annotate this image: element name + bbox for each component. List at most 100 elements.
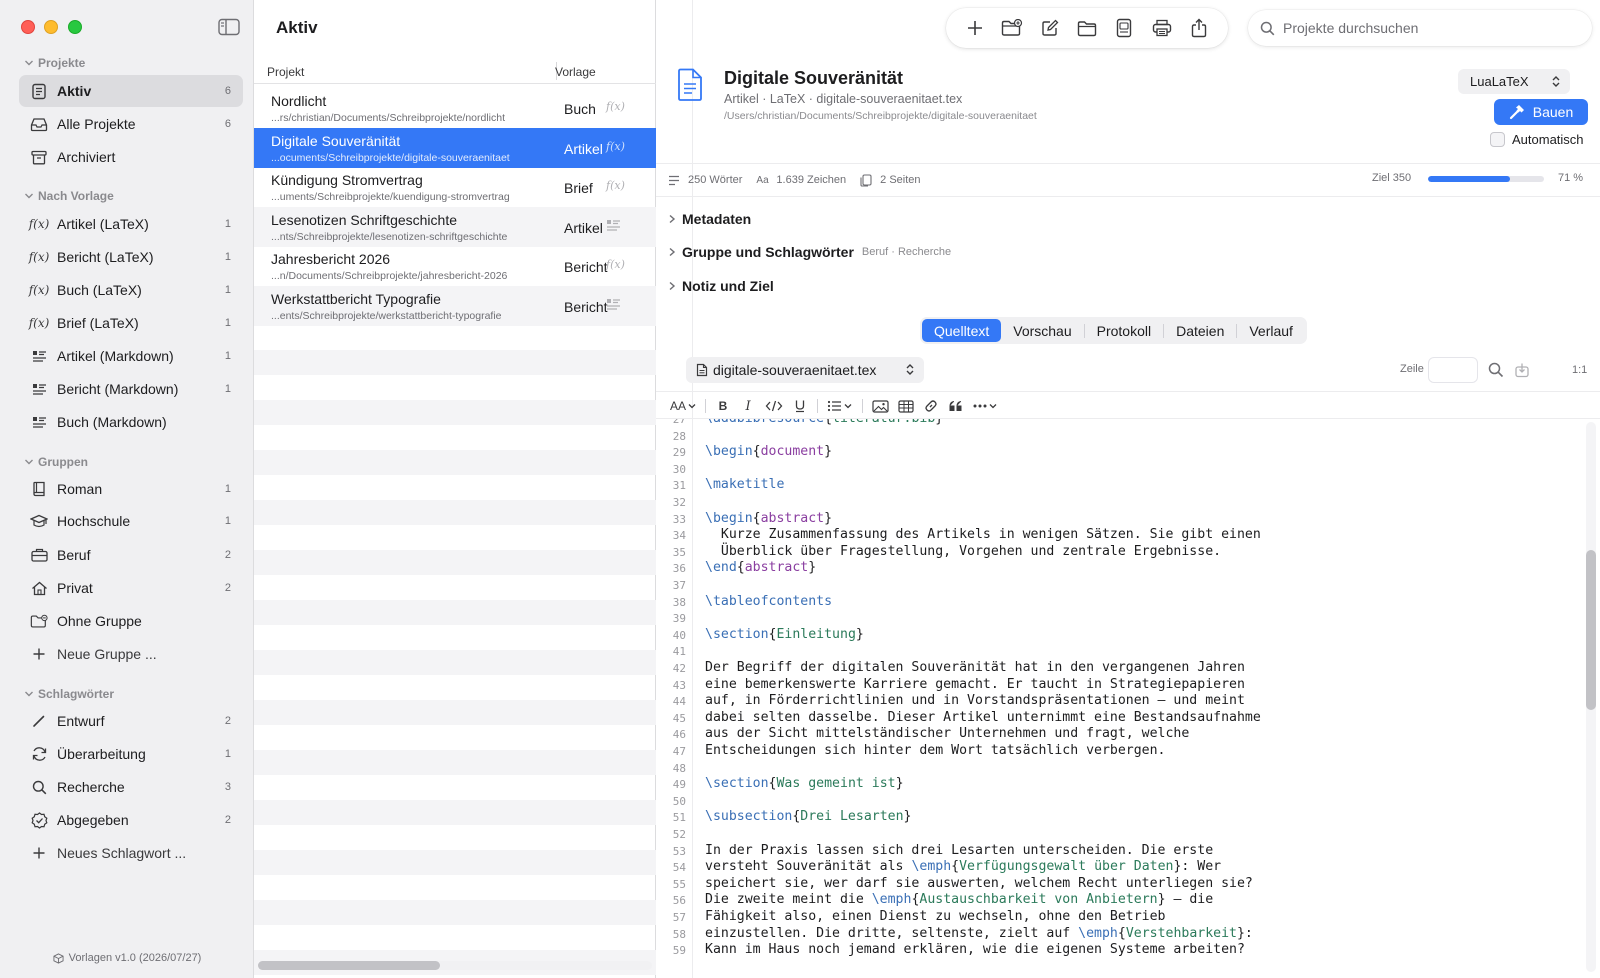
auto-build-toggle[interactable]: Automatisch	[1490, 132, 1584, 147]
sidebar-item[interactable]: Neues Schlagwort ...	[19, 837, 243, 869]
code-line[interactable]: \end{abstract}	[705, 560, 816, 575]
disclosure-note-goal[interactable]: Notiz und Ziel	[668, 276, 782, 296]
share-icon[interactable]	[1187, 16, 1211, 40]
section-header[interactable]: Nach Vorlage	[24, 188, 114, 204]
plus-icon[interactable]	[963, 16, 987, 40]
sidebar-item[interactable]: f(x) Bericht (LaTeX) 1	[19, 241, 243, 273]
code-line[interactable]: \section{Was gemeint ist}	[705, 776, 904, 791]
code-icon[interactable]	[765, 397, 783, 415]
sidebar-item[interactable]: Ohne Gruppe	[19, 605, 243, 637]
bold-icon[interactable]: B	[715, 397, 731, 415]
code-line[interactable]: eine bemerkenswerte Karriere gemacht. Er…	[705, 677, 1245, 692]
jump-to-line-icon[interactable]	[1514, 362, 1530, 378]
sidebar-item[interactable]: Artikel (Markdown) 1	[19, 340, 243, 372]
build-button[interactable]: Bauen	[1494, 99, 1588, 125]
code-line[interactable]: dabei selten dasselbe. Dieser Artikel un…	[705, 710, 1261, 725]
underline-icon[interactable]	[792, 397, 808, 415]
section-header[interactable]: Projekte	[24, 55, 85, 71]
zoom-window-button[interactable]	[68, 20, 82, 34]
vertical-scrollbar-thumb[interactable]	[1586, 550, 1596, 710]
sidebar-item[interactable]: Privat 2	[19, 572, 243, 604]
sidebar-item[interactable]: Entwurf 2	[19, 705, 243, 737]
sidebar-item[interactable]: Bericht (Markdown) 1	[19, 373, 243, 405]
sidebar-item[interactable]: Buch (Markdown)	[19, 406, 243, 438]
code-line[interactable]: Die zweite meint die \emph{Austauschbark…	[705, 892, 1213, 907]
sidebar-item[interactable]: f(x) Buch (LaTeX) 1	[19, 274, 243, 306]
sidebar-item[interactable]: Aktiv 6	[19, 75, 243, 107]
line-number-input[interactable]	[1428, 357, 1478, 383]
sidebar-item[interactable]: Hochschule 1	[19, 505, 243, 537]
code-line[interactable]: Überblick über Fragestellung, Vorgehen u…	[705, 544, 1221, 559]
code-line[interactable]: auf, in Förderrichtlinien und in Vorstan…	[705, 693, 1245, 708]
tab-history[interactable]: Verlauf	[1237, 319, 1305, 342]
sidebar-toggle-icon[interactable]	[218, 18, 240, 36]
sidebar-item[interactable]: Überarbeitung 1	[19, 738, 243, 770]
project-row[interactable]: Kündigung Stromvertrag ...uments/Schreibp…	[254, 167, 656, 207]
code-line[interactable]: In der Praxis lassen sich drei Lesarten …	[705, 843, 1213, 858]
sidebar-item[interactable]: Recherche 3	[19, 771, 243, 803]
pdf-icon[interactable]	[1112, 16, 1136, 40]
file-select[interactable]: digitale-souveraenitaet.tex	[686, 357, 924, 383]
column-header-project[interactable]: Projekt	[267, 60, 304, 84]
code-line[interactable]: \section{Einleitung}	[705, 627, 864, 642]
tab-source[interactable]: Quelltext	[922, 319, 1002, 342]
sidebar-item[interactable]: Beruf 2	[19, 539, 243, 571]
image-icon[interactable]	[872, 397, 889, 415]
sidebar-item[interactable]: Roman 1	[19, 473, 243, 505]
code-line[interactable]: \subsection{Drei Lesarten}	[705, 809, 911, 824]
list-icon[interactable]	[827, 397, 853, 415]
section-header[interactable]: Schlagwörter	[24, 686, 114, 702]
code-line[interactable]: \maketitle	[705, 477, 784, 492]
code-line[interactable]: Der Begriff der digitalen Souveränität h…	[705, 660, 1245, 675]
sidebar-item[interactable]: f(x) Artikel (LaTeX) 1	[19, 208, 243, 240]
disclosure-metadata[interactable]: Metadaten	[668, 209, 759, 229]
code-line[interactable]: \tableofcontents	[705, 594, 832, 609]
minimize-window-button[interactable]	[44, 20, 58, 34]
printer-icon[interactable]	[1150, 16, 1174, 40]
code-editor[interactable]: 27 28 29 30 31 32 33 34 35 36 37 38 39 40 41 42 43 44 45 46…	[656, 419, 1600, 978]
project-row[interactable]: Digitale Souveränität ...ocuments/Schreib…	[254, 128, 656, 168]
code-line[interactable]: \begin{document}	[705, 444, 832, 459]
sidebar-item[interactable]: Abgegeben 2	[19, 804, 243, 836]
more-icon[interactable]	[973, 397, 999, 415]
disclosure-group-tags[interactable]: Gruppe und Schlagwörter Beruf · Recherch…	[668, 242, 951, 262]
sidebar-item[interactable]: f(x) Brief (LaTeX) 1	[19, 307, 243, 339]
folder-plus-icon[interactable]	[1000, 16, 1024, 40]
sidebar-item[interactable]: Archiviert	[19, 141, 243, 173]
link-icon[interactable]	[923, 397, 939, 415]
italic-icon[interactable]: I	[740, 397, 756, 415]
horizontal-scrollbar-thumb[interactable]	[258, 961, 440, 970]
code-line[interactable]: einzustellen. Die dritte, seltenste, zie…	[705, 926, 1253, 941]
sidebar-item[interactable]: Neue Gruppe ...	[19, 638, 243, 670]
code-line[interactable]: \begin{abstract}	[705, 511, 832, 526]
code-line[interactable]: Kann im Haus noch jemand erklären, wie d…	[705, 942, 1245, 957]
auto-checkbox[interactable]	[1490, 132, 1505, 147]
close-window-button[interactable]	[21, 20, 35, 34]
code-line[interactable]: versteht Souveränität als \emph{Verfügun…	[705, 859, 1221, 874]
code-line[interactable]: speichert sie, wer darf sie auswerten, w…	[705, 876, 1253, 891]
table-icon[interactable]	[898, 397, 914, 415]
project-row[interactable]: Werkstattbericht Typografie ...ents/Schre…	[254, 286, 656, 326]
project-search[interactable]	[1248, 10, 1592, 46]
column-header-template[interactable]: Vorlage	[555, 60, 596, 84]
tab-files[interactable]: Dateien	[1164, 319, 1236, 342]
folder-icon[interactable]	[1075, 16, 1099, 40]
tab-log[interactable]: Protokoll	[1085, 319, 1163, 342]
project-row[interactable]: Lesenotizen Schriftgeschichte ...nts/Schr…	[254, 207, 656, 247]
project-row[interactable]: Jahresbericht 2026 ...n/Documents/Schreib…	[254, 246, 656, 286]
code-line[interactable]: Fähigkeit also, einen Dienst zu wechseln…	[705, 909, 1166, 924]
section-header[interactable]: Gruppen	[24, 454, 88, 470]
sidebar-item[interactable]: Alle Projekte 6	[19, 108, 243, 140]
code-line[interactable]: Kurze Zusammenfassung des Artikels in we…	[705, 527, 1261, 542]
code-line[interactable]: \addbibresource{literatur.bib}	[705, 419, 943, 426]
engine-select[interactable]: LuaLaTeX	[1458, 69, 1570, 94]
compose-icon[interactable]	[1038, 16, 1062, 40]
project-row[interactable]: Nordlicht ...rs/christian/Documents/Schre…	[254, 88, 656, 128]
tab-preview[interactable]: Vorschau	[1001, 319, 1083, 342]
search-icon[interactable]	[1488, 362, 1504, 378]
search-input[interactable]	[1283, 20, 1573, 36]
code-line[interactable]: aus der Sicht mittelständischer Unterneh…	[705, 726, 1189, 741]
code-line[interactable]: Entscheidungen sich hinter dem Wort tats…	[705, 743, 1166, 758]
font-size-button[interactable]: AA	[670, 397, 696, 415]
quote-icon[interactable]	[948, 397, 964, 415]
